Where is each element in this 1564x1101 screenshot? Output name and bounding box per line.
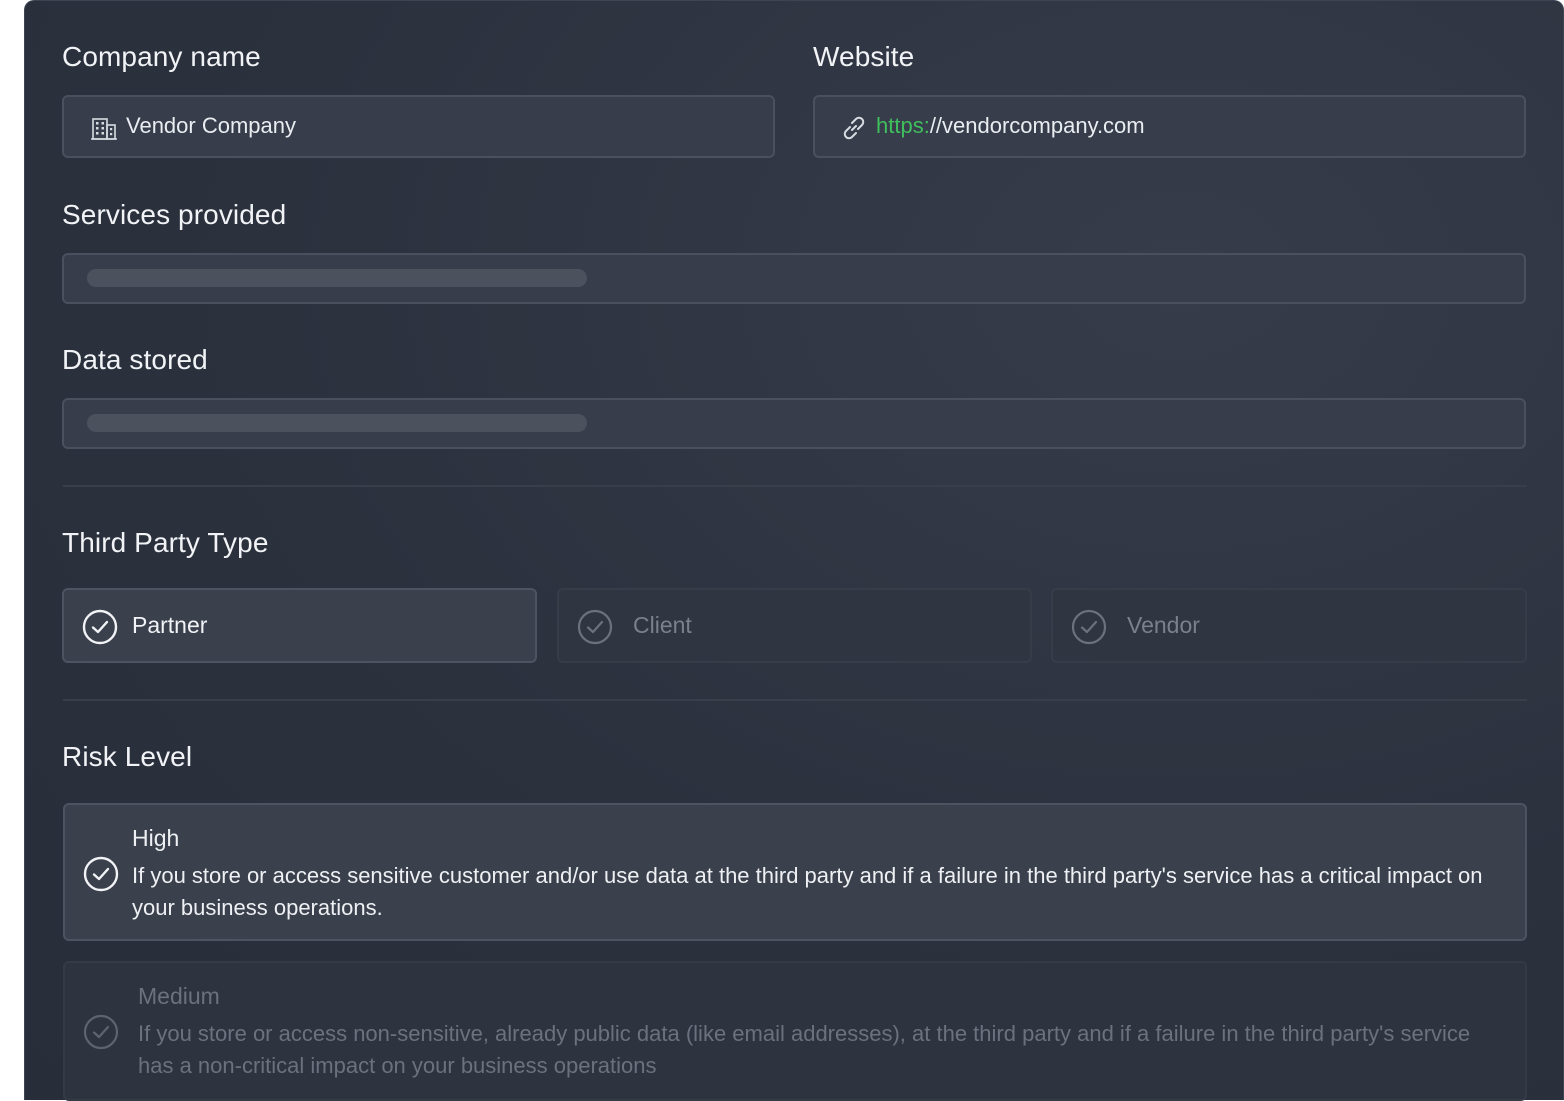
check-circle-icon [1071, 609, 1107, 645]
company-name-input[interactable]: Vendor Company [62, 95, 775, 158]
check-circle-icon [83, 1014, 119, 1050]
section-divider [63, 699, 1527, 701]
risk-option-title: High [132, 825, 180, 851]
company-name-value: Vendor Company [126, 113, 296, 138]
check-circle-icon [82, 609, 118, 645]
type-option-label: Client [633, 612, 692, 638]
section-divider [63, 485, 1527, 487]
website-protocol: https: [876, 113, 930, 138]
company-name-label: Company name [62, 41, 261, 72]
website-label: Website [813, 41, 915, 72]
data-stored-skeleton [87, 414, 587, 432]
building-icon [91, 118, 117, 140]
type-option-client[interactable]: Client [557, 588, 1032, 663]
check-circle-icon [83, 856, 119, 892]
check-circle-icon [577, 609, 613, 645]
website-input[interactable]: https://vendorcompany.com [813, 95, 1526, 158]
link-icon [843, 116, 865, 140]
website-domain: //vendorcompany.com [929, 113, 1145, 138]
data-stored-input[interactable] [62, 398, 1526, 449]
vendor-form-panel: Company name Vendor Company Website http… [24, 0, 1564, 1101]
risk-option-medium[interactable]: Medium If you store or access non-sensit… [63, 961, 1527, 1101]
risk-option-title: Medium [138, 983, 220, 1009]
data-stored-label: Data stored [62, 344, 208, 375]
type-option-vendor[interactable]: Vendor [1051, 588, 1527, 663]
services-provided-label: Services provided [62, 199, 287, 230]
risk-option-description: If you store or access non-sensitive, al… [138, 1021, 1471, 1078]
services-provided-skeleton [87, 269, 587, 287]
third-party-type-label: Third Party Type [62, 527, 269, 558]
website-value: https://vendorcompany.com [876, 97, 1145, 155]
type-option-label: Vendor [1127, 612, 1200, 638]
risk-option-high[interactable]: High If you store or access sensitive cu… [63, 803, 1527, 941]
type-option-label: Partner [132, 612, 208, 638]
risk-level-label: Risk Level [62, 741, 193, 772]
risk-option-description: If you store or access sensitive custome… [132, 863, 1483, 920]
services-provided-input[interactable] [62, 253, 1526, 304]
type-option-partner[interactable]: Partner [62, 588, 537, 663]
